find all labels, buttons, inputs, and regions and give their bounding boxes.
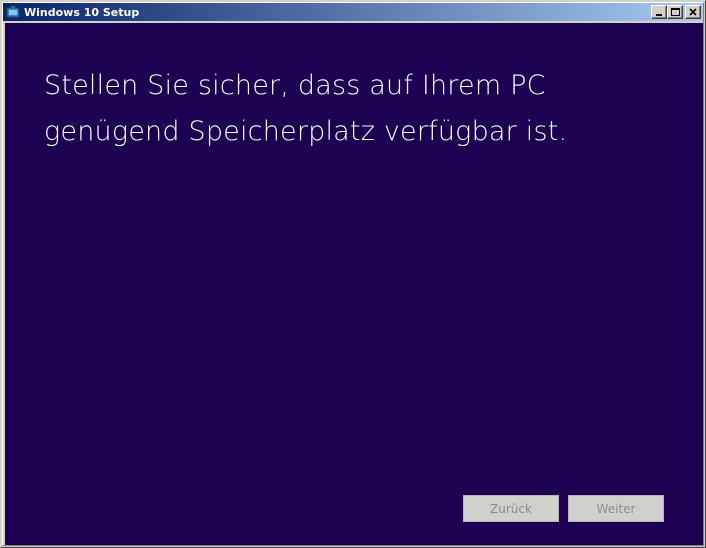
minimize-icon [656, 14, 662, 16]
next-button[interactable]: Weiter [568, 495, 664, 522]
maximize-button[interactable] [667, 5, 683, 19]
window-title: Windows 10 Setup [24, 5, 140, 19]
setup-content-area: Stellen Sie sicher, dass auf Ihrem PC ge… [5, 23, 703, 545]
title-bar-buttons [651, 5, 701, 19]
minimize-button[interactable] [651, 5, 667, 19]
back-button[interactable]: Zurück [463, 495, 559, 522]
setup-window: Windows 10 Setup Stellen Sie sicher, das… [0, 0, 706, 548]
close-icon [689, 8, 697, 16]
maximize-icon [671, 8, 680, 16]
close-button[interactable] [685, 5, 701, 19]
title-bar[interactable]: Windows 10 Setup [3, 3, 703, 21]
setup-app-icon[interactable] [6, 5, 20, 19]
page-heading: Stellen Sie sicher, dass auf Ihrem PC ge… [44, 70, 568, 147]
